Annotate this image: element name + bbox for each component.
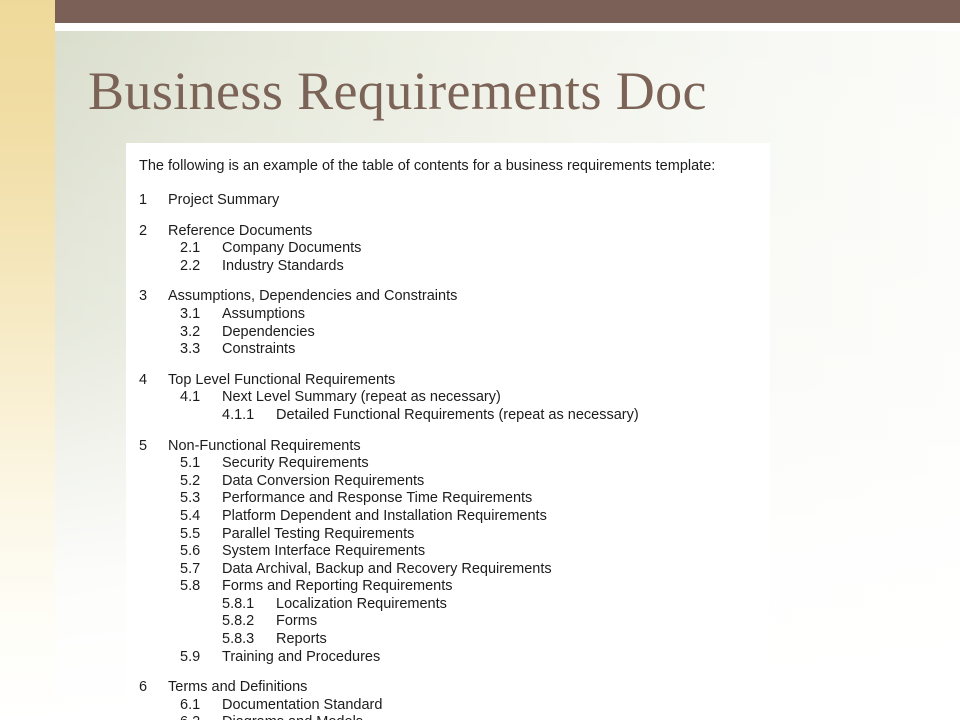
toc-item-number: 5.8.2	[222, 613, 255, 630]
toc-item: 3.1 Assumptions	[139, 306, 760, 324]
toc-item: 4.1.1 Detailed Functional Requirements (r…	[139, 407, 760, 425]
toc-item-number: 4.1.1	[222, 406, 255, 423]
toc-item-label: Security Requirements	[222, 455, 369, 472]
toc-item-label: Industry Standards	[222, 257, 344, 274]
table-of-contents: 1 Project Summary 2 Reference Documents 2.1 C…	[139, 192, 760, 720]
toc-item: 5.1 Security Requirements	[139, 455, 760, 473]
toc-item-label: Assumptions	[222, 305, 306, 322]
toc-item-number: 2.1	[180, 240, 201, 257]
toc-item-number: 5.8.3	[222, 631, 255, 648]
top-accent-bar	[55, 0, 960, 23]
toc-item: 5.8.3 Reports	[139, 631, 760, 649]
toc-item-number: 5.9	[180, 648, 201, 665]
toc-item-number: 6	[139, 679, 148, 696]
toc-item-label: Constraints	[222, 341, 296, 358]
toc-item-label: Terms and Definitions	[168, 679, 308, 696]
toc-item: 5.8 Forms and Reporting Requirements	[139, 578, 760, 596]
toc-item-number: 5.4	[180, 507, 201, 524]
toc-item: 2.1 Company Documents	[139, 240, 760, 258]
toc-item-number: 6.1	[180, 696, 201, 713]
presentation-slide: Business Requirements Doc The following …	[0, 0, 960, 720]
toc-item-label: Diagrams and Models	[222, 714, 363, 720]
toc-item: 5.8.1 Localization Requirements	[139, 596, 760, 614]
toc-item-number: 1	[139, 192, 148, 208]
toc-item: 1 Project Summary	[139, 192, 760, 210]
toc-item-label: Reference Documents	[168, 222, 313, 239]
toc-item-label: Parallel Testing Requirements	[222, 525, 415, 542]
toc-item-number: 3.3	[180, 341, 201, 358]
toc-item: 6.1 Documentation Standard	[139, 697, 760, 715]
toc-item-label: Project Summary	[168, 192, 280, 208]
toc-item-label: Forms and Reporting Requirements	[222, 578, 453, 595]
toc-item: 4 Top Level Functional Requirements	[139, 372, 760, 390]
intro-paragraph: The following is an example of the table…	[139, 158, 716, 174]
toc-item: 5.9 Training and Procedures	[139, 649, 760, 667]
toc-item: 3.2 Dependencies	[139, 324, 760, 342]
toc-item-label: Localization Requirements	[276, 595, 447, 612]
toc-item: 2 Reference Documents	[139, 223, 760, 241]
toc-item-number: 5.6	[180, 543, 201, 560]
toc-item-label: System Interface Requirements	[222, 543, 426, 560]
toc-item-label: Forms	[276, 613, 318, 630]
toc-item-number: 3.2	[180, 323, 201, 340]
left-accent-band	[0, 0, 55, 720]
toc-item: 5.3 Performance and Response Time Require…	[139, 490, 760, 508]
toc-item: 6.2Diagrams and Models	[139, 714, 760, 720]
toc-item: 5.2 Data Conversion Requirements	[139, 473, 760, 491]
toc-item-number: 5.7	[180, 560, 201, 577]
toc-item-number: 6.2	[180, 714, 222, 720]
content-card: The following is an example of the table…	[126, 143, 770, 720]
toc-item: 6 Terms and Definitions	[139, 679, 760, 697]
toc-item: 5.7 Data Archival, Backup and Recovery Re…	[139, 561, 760, 579]
toc-item-label: Performance and Response Time Requiremen…	[222, 490, 533, 507]
toc-item-label: Platform Dependent and Installation Requ…	[222, 507, 547, 524]
toc-item-number: 5.5	[180, 525, 201, 542]
toc-item: 3.3 Constraints	[139, 341, 760, 359]
toc-item-label: Data Archival, Backup and Recovery Requi…	[222, 560, 552, 577]
toc-item-number: 3	[139, 288, 148, 305]
toc-item-label: Reports	[276, 631, 327, 648]
toc-item-label: Data Conversion Requirements	[222, 472, 425, 489]
toc-item: 5.5 Parallel Testing Requirements	[139, 526, 760, 544]
toc-item-label: Company Documents	[222, 240, 362, 257]
toc-item-number: 5.1	[180, 455, 201, 472]
toc-item-number: 5.8.1	[222, 595, 255, 612]
top-bar-separator	[55, 23, 960, 31]
toc-item-number: 4.1	[180, 389, 201, 406]
toc-item: 4.1 Next Level Summary (repeat as necessa…	[139, 389, 760, 407]
toc-item-number: 2.2	[180, 257, 201, 274]
toc-item-label: Detailed Functional Requirements (repeat…	[276, 406, 639, 423]
toc-item: 5.4 Platform Dependent and Installation R…	[139, 508, 760, 526]
toc-item: 2.2 Industry Standards	[139, 258, 760, 276]
toc-item-label: Top Level Functional Requirements	[168, 371, 396, 388]
toc-item-label: Assumptions, Dependencies and Constraint…	[168, 288, 458, 305]
toc-item: 3 Assumptions, Dependencies and Constrain…	[139, 288, 760, 306]
page-title: Business Requirements Doc	[88, 61, 707, 121]
toc-item-number: 5	[139, 437, 148, 454]
toc-item: 5.8.2 Forms	[139, 613, 760, 631]
toc-item-number: 5.3	[180, 490, 201, 507]
toc-item-number: 3.1	[180, 305, 201, 322]
toc-item: 5 Non-Functional Requirements	[139, 438, 760, 456]
toc-item-label: Dependencies	[222, 323, 315, 340]
toc-item-number: 5.8	[180, 578, 201, 595]
toc-item-number: 5.2	[180, 472, 201, 489]
toc-item-number: 4	[139, 371, 148, 388]
toc-item: 5.6 System Interface Requirements	[139, 543, 760, 561]
toc-item-number: 2	[139, 222, 148, 239]
toc-item-label: Next Level Summary (repeat as necessary)	[222, 389, 501, 406]
toc-item-label: Training and Procedures	[222, 648, 381, 665]
toc-item-label: Documentation Standard	[222, 696, 383, 713]
toc-item-label: Non-Functional Requirements	[168, 437, 361, 454]
